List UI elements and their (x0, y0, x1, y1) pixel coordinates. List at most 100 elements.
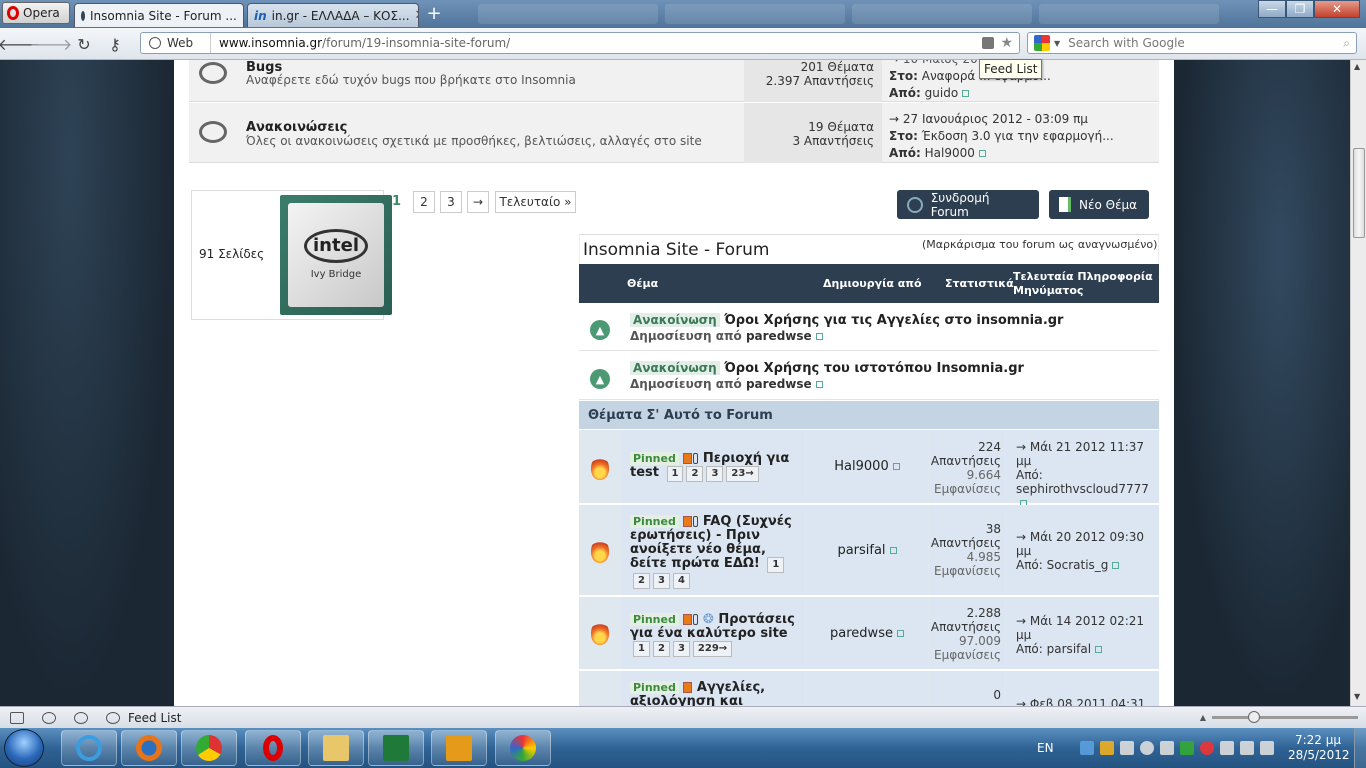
topic-page-link[interactable]: 2 (633, 573, 650, 589)
subscribe-forum-button[interactable]: Συνδρομή Forum (897, 190, 1039, 219)
header-stats[interactable]: Στατιστικά (945, 277, 1014, 290)
chevron-down-icon[interactable]: ▼ (1054, 39, 1060, 48)
new-tab-button[interactable]: + (424, 4, 444, 24)
feed-list-label[interactable]: Feed List (128, 711, 181, 725)
pager-last[interactable]: Τελευταίο » (495, 191, 576, 213)
tray-app-icon[interactable] (1099, 741, 1114, 755)
posted-by-link[interactable]: paredwse (746, 377, 812, 391)
intel-chip-ad[interactable]: intel Ivy Bridge (280, 195, 392, 315)
bookmark-star-icon[interactable]: ★ (1000, 35, 1013, 51)
topic-page-link[interactable]: 1 (666, 466, 684, 482)
tray-app-icon[interactable] (1139, 741, 1154, 755)
header-topic[interactable]: Θέμα (627, 277, 658, 290)
posted-by-link[interactable]: paredwse (746, 329, 812, 343)
announcement-title[interactable]: Όροι Χρήσης του ιστοτόπου Insomnia.gr (724, 361, 1024, 376)
external-link-icon[interactable] (889, 546, 897, 554)
external-link-icon[interactable] (896, 629, 904, 637)
key-icon[interactable]: ⚷ (104, 34, 126, 54)
maximize-button[interactable]: ❐ (1286, 0, 1314, 18)
external-link-icon[interactable] (962, 90, 970, 97)
announcement-title[interactable]: Όροι Χρήσης για τις Αγγελίες στο insomni… (724, 313, 1063, 328)
scrollbar-thumb[interactable] (1353, 148, 1365, 238)
topic-page-link[interactable]: 1 (767, 557, 785, 573)
turbo-icon[interactable] (106, 711, 120, 724)
url-field[interactable]: Web www.insomnia.gr/forum/19-insomnia-si… (140, 32, 1020, 54)
page-scrollbar[interactable]: ▲ ▼ (1350, 60, 1366, 706)
forward-arrow-icon[interactable]: 🡒 (30, 34, 73, 54)
topic-page-link[interactable]: 4 (672, 573, 690, 589)
zoom-triangle-icon[interactable]: ▲ (1200, 713, 1206, 722)
external-link-icon[interactable] (1095, 646, 1103, 653)
unite-icon[interactable] (74, 711, 88, 724)
topic-starter-link[interactable]: parsifal (837, 543, 885, 558)
last-poster-link[interactable]: guido (925, 86, 959, 100)
topic-page-link[interactable]: 229→ (692, 641, 733, 657)
feed-icon[interactable] (982, 37, 995, 49)
external-link-icon[interactable] (1112, 562, 1120, 569)
external-link-icon[interactable] (815, 333, 823, 340)
subforum-row-announcements[interactable]: Ανακοινώσεις Όλες οι ανακοινώσεις σχετικ… (189, 103, 1159, 163)
topic-page-link[interactable]: 2 (686, 466, 704, 482)
pager-page-3[interactable]: 3 (440, 191, 462, 213)
tray-app-icon[interactable] (1179, 741, 1194, 755)
last-poster-link[interactable]: Socratis_g (1047, 558, 1109, 572)
external-link-icon[interactable] (815, 381, 823, 388)
panel-toggle-icon[interactable] (10, 711, 24, 724)
taskbar-firefox[interactable] (121, 730, 177, 766)
back-arrow-icon[interactable]: 🡐 (0, 34, 40, 54)
scroll-down-icon[interactable]: ▼ (1354, 692, 1360, 701)
tray-app-icon[interactable] (1199, 741, 1214, 755)
network-icon[interactable] (1239, 741, 1254, 755)
tab-ingr[interactable]: in in.gr - ΕΛΛΑΔΑ – ΚΟΣ... ✕ (247, 3, 419, 27)
header-started-by[interactable]: Δημιουργία από (823, 277, 922, 290)
topic-page-link[interactable]: 3 (706, 466, 724, 482)
announcement-row[interactable]: ▲ Ανακοίνωση Όροι Χρήσης για τις Αγγελίε… (579, 303, 1159, 351)
taskbar-paint[interactable] (495, 730, 551, 766)
zoom-slider[interactable] (1212, 711, 1358, 723)
announcement-row[interactable]: ▲ Ανακοίνωση Όροι Χρήσης του ιστοτόπου I… (579, 352, 1159, 400)
topic-page-link[interactable]: 23→ (726, 466, 759, 482)
mark-read-link[interactable]: (Μαρκάρισμα του forum ως αναγνωσμένο) (922, 238, 1157, 251)
close-tab-icon[interactable]: ✕ (415, 8, 418, 23)
tray-app-icon[interactable] (1159, 741, 1174, 755)
topic-row[interactable]: Pinned Περιοχή για test 1 2 3 23→ Hal9000 2… (579, 430, 1159, 507)
topic-page-link[interactable]: 3 (652, 573, 670, 589)
new-topic-button[interactable]: Νέο Θέμα (1049, 190, 1149, 219)
taskbar-explorer[interactable] (308, 730, 364, 766)
topic-page-link[interactable]: 3 (672, 641, 690, 657)
external-link-icon[interactable] (978, 150, 986, 157)
pager-page-2[interactable]: 2 (413, 191, 435, 213)
topic-row[interactable]: Pinned FAQ (Συχνές ερωτήσεις) - Πριν ανο… (579, 505, 1159, 596)
cloud-icon[interactable] (42, 711, 56, 724)
reload-icon[interactable]: ↻ (73, 34, 95, 54)
system-clock[interactable]: 7:22 μμ 28/5/2012 (1288, 733, 1350, 763)
zoom-slider-knob[interactable] (1248, 711, 1260, 723)
web-badge[interactable]: Web (141, 33, 211, 53)
close-tab-icon[interactable]: ✕ (242, 8, 243, 23)
search-field[interactable]: ▼ Search with Google ⌕ (1027, 32, 1357, 54)
last-poster-link[interactable]: Hal9000 (925, 146, 975, 160)
minimize-button[interactable]: — (1258, 0, 1286, 18)
topic-page-link[interactable]: 1 (633, 641, 650, 657)
taskbar-outlook[interactable] (431, 730, 487, 766)
close-window-button[interactable]: ✕ (1314, 0, 1360, 18)
tab-insomnia[interactable]: Insomnia Site - Forum ... ✕ (74, 3, 244, 27)
tray-app-icon[interactable] (1119, 741, 1134, 755)
language-indicator[interactable]: EN (1037, 741, 1054, 755)
search-icon[interactable]: ⌕ (1343, 36, 1350, 51)
external-link-icon[interactable] (892, 463, 900, 470)
taskbar-excel[interactable] (368, 730, 424, 766)
subforum-title[interactable]: Ανακοινώσεις (246, 120, 347, 135)
dropbox-icon[interactable] (1079, 741, 1094, 755)
topic-row[interactable]: Pinned ❂ Προτάσεις για ένα καλύτερο site… (579, 597, 1159, 670)
taskbar-chrome[interactable] (181, 730, 237, 766)
last-poster-link[interactable]: sephirothvscloud7777 (1016, 482, 1149, 496)
topic-starter-link[interactable]: paredwse (830, 626, 893, 641)
show-desktop-button[interactable] (1354, 728, 1366, 768)
volume-icon[interactable] (1259, 741, 1274, 755)
topic-row[interactable]: Pinned Αγγελίες, αξιολόγηση και σχόλια..… (579, 671, 1159, 706)
topic-starter-link[interactable]: Hal9000 (834, 459, 888, 474)
last-poster-link[interactable]: parsifal (1047, 642, 1091, 656)
taskbar-opera[interactable] (245, 730, 301, 766)
opera-menu-button[interactable]: Opera (2, 2, 70, 24)
